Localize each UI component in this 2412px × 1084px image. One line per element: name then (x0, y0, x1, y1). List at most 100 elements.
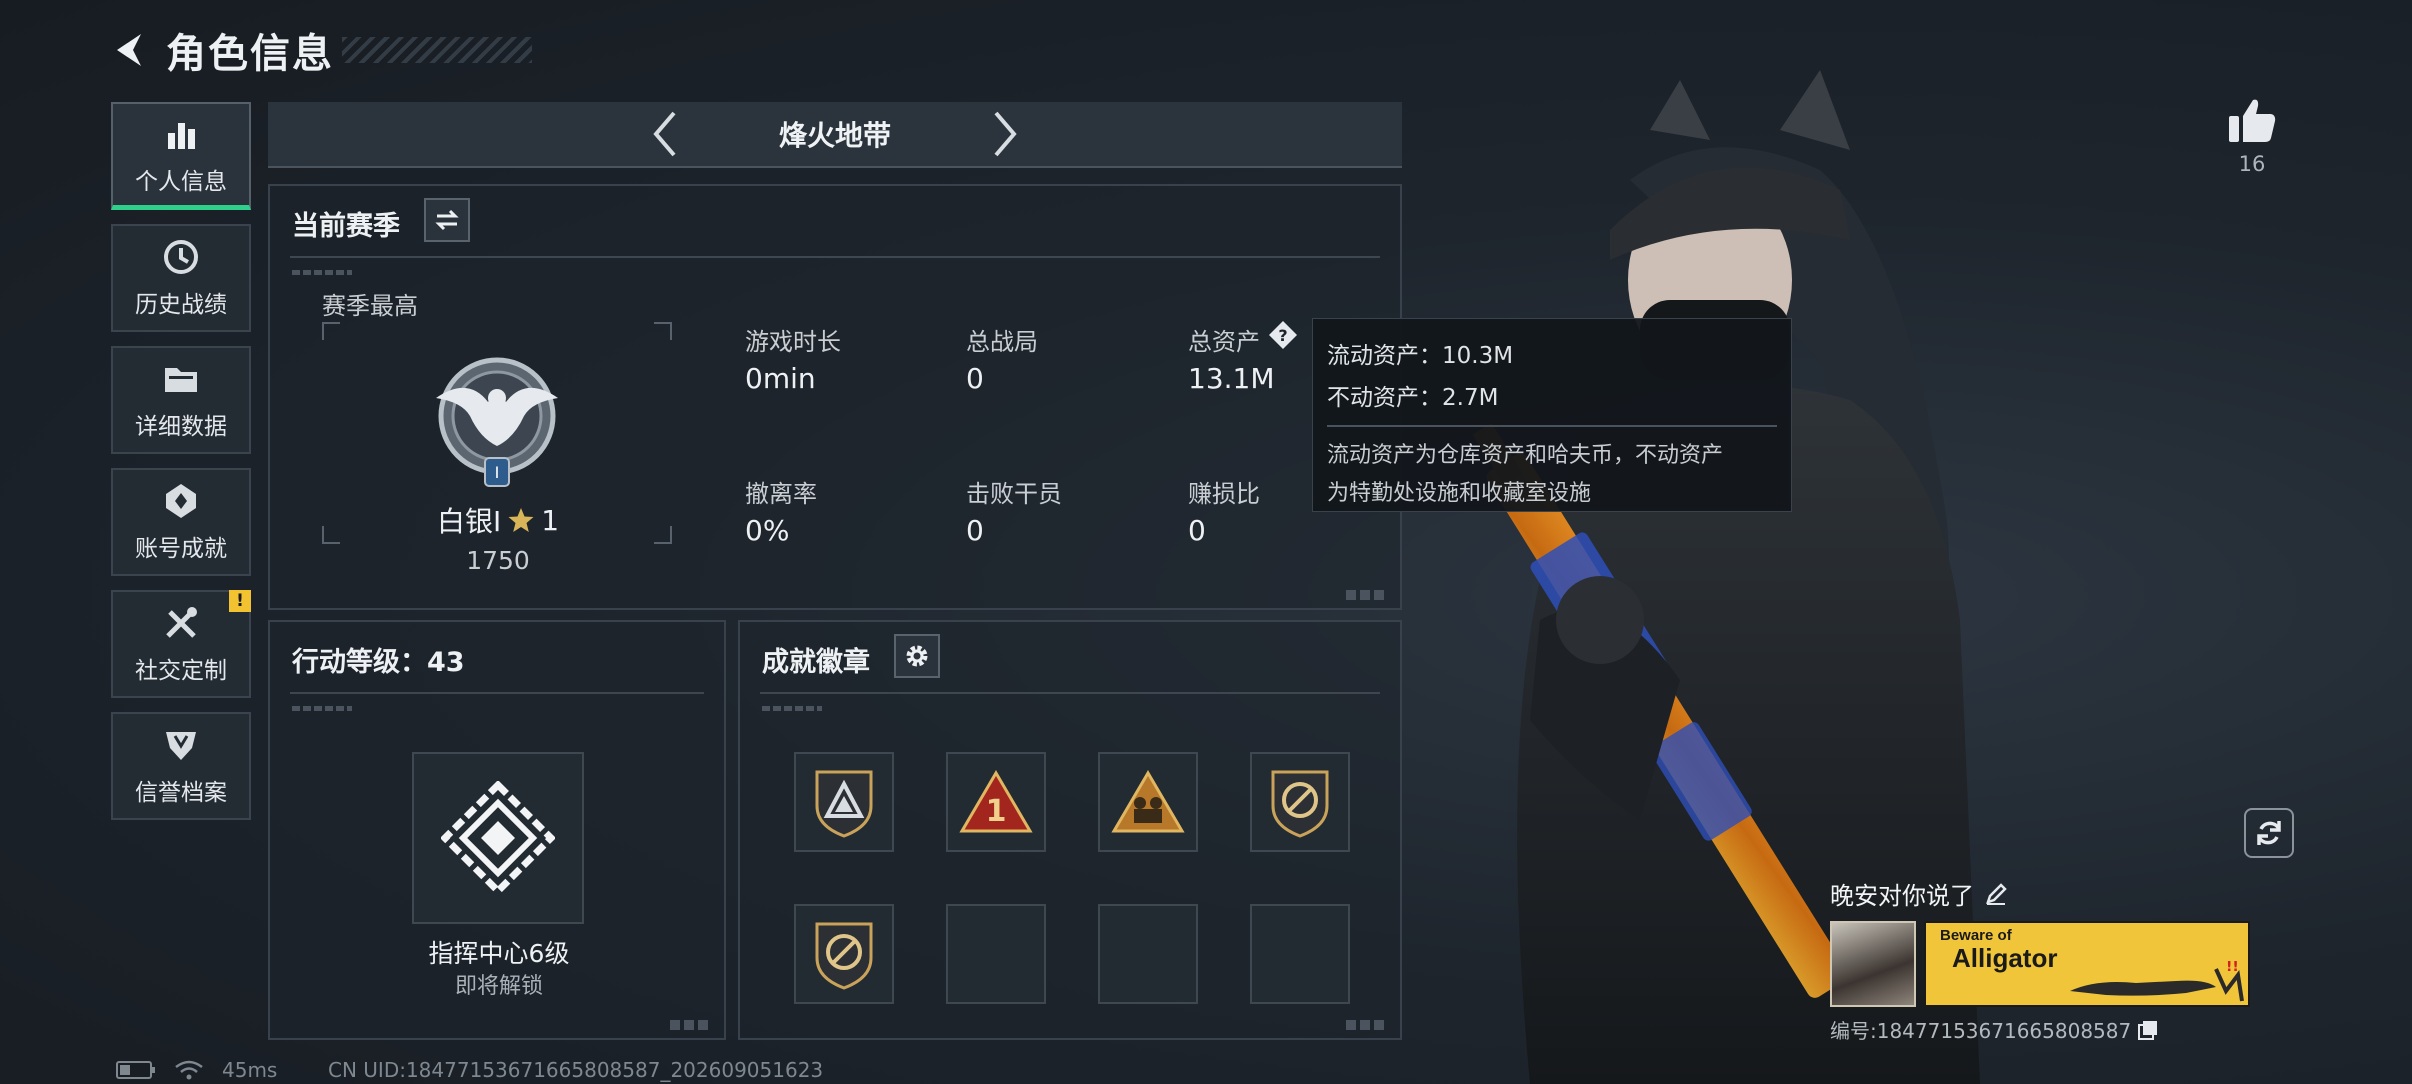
banner-text-large: Alligator (1952, 943, 2058, 973)
notification-badge: ! (229, 590, 251, 612)
action-level-title: 行动等级：43 (292, 647, 465, 678)
corner-decoration (670, 1020, 710, 1030)
back-arrow-icon (117, 34, 141, 66)
badge-slot[interactable] (1250, 752, 1350, 852)
squad-badge-icon (1111, 770, 1185, 833)
stat-label-profit-ratio: 赚损比 (1188, 480, 1260, 508)
tooltip-description: 流动资产为仓库资产和哈夫币，不动资产 (1327, 443, 1724, 468)
like-button[interactable]: 16 (2224, 96, 2280, 186)
nav-label: 信誉档案 (135, 780, 227, 806)
reputation-shield-icon (161, 725, 201, 765)
mode-selector: 烽火地带 (268, 102, 1402, 168)
badge-slot[interactable] (794, 904, 894, 1004)
badges-settings-button[interactable] (894, 634, 940, 678)
folder-icon (161, 359, 201, 399)
achievement-badge-icon (161, 481, 201, 521)
season-title: 当前赛季 (292, 211, 400, 242)
banner-text-small: Beware of (1940, 927, 2012, 944)
nav-label: 个人信息 (135, 168, 227, 195)
rotate-icon (2257, 821, 2281, 845)
name-card-banner[interactable]: Beware of Alligator !! (1924, 921, 2250, 1007)
mode-title: 烽火地带 (778, 119, 891, 152)
like-count: 16 (2238, 152, 2266, 176)
stat-label-total-assets: 总资产 (1188, 328, 1260, 356)
ping-value: 45ms (222, 1058, 278, 1082)
nav-label: 历史战绩 (135, 292, 227, 318)
badge-slot[interactable]: 1 (946, 752, 1046, 852)
tooltip-liquid-assets: 流动资产：10.3M (1327, 343, 1514, 369)
corner-decoration (1346, 1020, 1386, 1030)
nav-item-history[interactable]: 历史战绩 (111, 224, 251, 332)
nav-label: 社交定制 (135, 658, 227, 684)
action-level-panel: 行动等级：43 指挥中心6级 即将解锁 (268, 620, 726, 1040)
tooltip-fixed-assets: 不动资产：2.7M (1327, 385, 1499, 411)
tools-icon (161, 603, 201, 643)
nav-item-personal-info[interactable]: 个人信息 (111, 102, 251, 210)
mode-prev-button[interactable] (635, 104, 695, 164)
divider-tick (292, 706, 352, 711)
divider (290, 256, 1380, 258)
blocked-gun-badge-icon (1271, 770, 1329, 838)
wifi-icon (175, 1060, 203, 1080)
stat-label-extraction-rate: 撤离率 (745, 480, 817, 508)
command-center-icon (441, 781, 555, 895)
nav-label: 详细数据 (135, 414, 227, 440)
uid-text: CN UID:18477153671665808587_202609051623 (328, 1058, 824, 1082)
divider-tick (762, 706, 822, 711)
bar-chart-icon (161, 114, 201, 154)
nav-item-detailed-data[interactable]: 详细数据 (111, 346, 251, 454)
rank-points: 1750 (466, 546, 530, 575)
chevron-left-icon (653, 111, 676, 157)
title-decoration (342, 37, 532, 63)
blocked-gun-badge-icon (815, 922, 873, 990)
history-clock-icon (161, 237, 201, 277)
rank-one-badge-icon: 1 (959, 770, 1033, 833)
svg-text:1: 1 (986, 794, 1007, 829)
player-card: 晚安对你说了 Beware of Alligator !! 编号:1847715… (1830, 876, 2290, 1044)
edit-pencil-icon[interactable] (1984, 882, 2008, 906)
stat-label-operators-defeated: 击败干员 (966, 480, 1062, 508)
stat-value-playtime: 0min (745, 362, 816, 395)
stat-value-operators-defeated: 0 (966, 514, 984, 547)
avatar[interactable] (1830, 921, 1916, 1007)
silver-rank-emblem-icon: I (436, 357, 558, 487)
stat-label-total-matches: 总战局 (966, 328, 1038, 356)
badge-slot-empty[interactable] (946, 904, 1046, 1004)
corner-decoration (1346, 590, 1386, 600)
rotate-view-button[interactable] (2244, 808, 2294, 858)
divider (760, 692, 1380, 694)
stat-value-profit-ratio: 0 (1188, 514, 1206, 547)
stat-value-extraction-rate: 0% (745, 514, 790, 547)
pyramid-badge-icon (815, 770, 873, 838)
mode-next-button[interactable] (975, 104, 1035, 164)
stat-value-total-assets: 13.1M (1188, 362, 1275, 395)
badge-slot-empty[interactable] (1098, 904, 1198, 1004)
page-title: 角色信息 (166, 31, 334, 77)
player-name: 晚安对你说了 (1830, 882, 1974, 910)
facility-card[interactable] (412, 752, 584, 924)
svg-text:?: ? (1278, 326, 1287, 345)
status-bar: 45ms (116, 1058, 277, 1082)
svg-text:I: I (495, 463, 500, 482)
svg-text:!!: !! (2226, 961, 2239, 975)
help-diamond-icon: ? (1269, 321, 1297, 349)
copy-icon[interactable] (2137, 1019, 2159, 1041)
season-switch-button[interactable] (424, 198, 470, 242)
swap-icon (435, 209, 459, 231)
player-id: 编号:1847715367166580858​7 (1830, 1019, 2132, 1043)
badge-slot[interactable] (794, 752, 894, 852)
rank-star-count: 1 (541, 503, 560, 537)
badge-slot[interactable] (1098, 752, 1198, 852)
back-button[interactable] (110, 29, 152, 71)
tooltip-description: 为特勤处设施和收藏室设施 (1327, 481, 1592, 506)
rank-name: 白银I (436, 505, 502, 538)
badge-slot-empty[interactable] (1250, 904, 1350, 1004)
side-nav: 个人信息 历史战绩 详细数据 账号成就 ! 社交定制 信誉档案 (111, 102, 251, 834)
nav-label: 账号成就 (135, 536, 227, 562)
nav-item-reputation[interactable]: 信誉档案 (111, 712, 251, 820)
facility-status: 即将解锁 (454, 974, 543, 999)
nav-item-social-custom[interactable]: ! 社交定制 (111, 590, 251, 698)
nav-item-achievements[interactable]: 账号成就 (111, 468, 251, 576)
star-icon (508, 508, 534, 532)
assets-help-button[interactable]: ? (1268, 320, 1298, 350)
